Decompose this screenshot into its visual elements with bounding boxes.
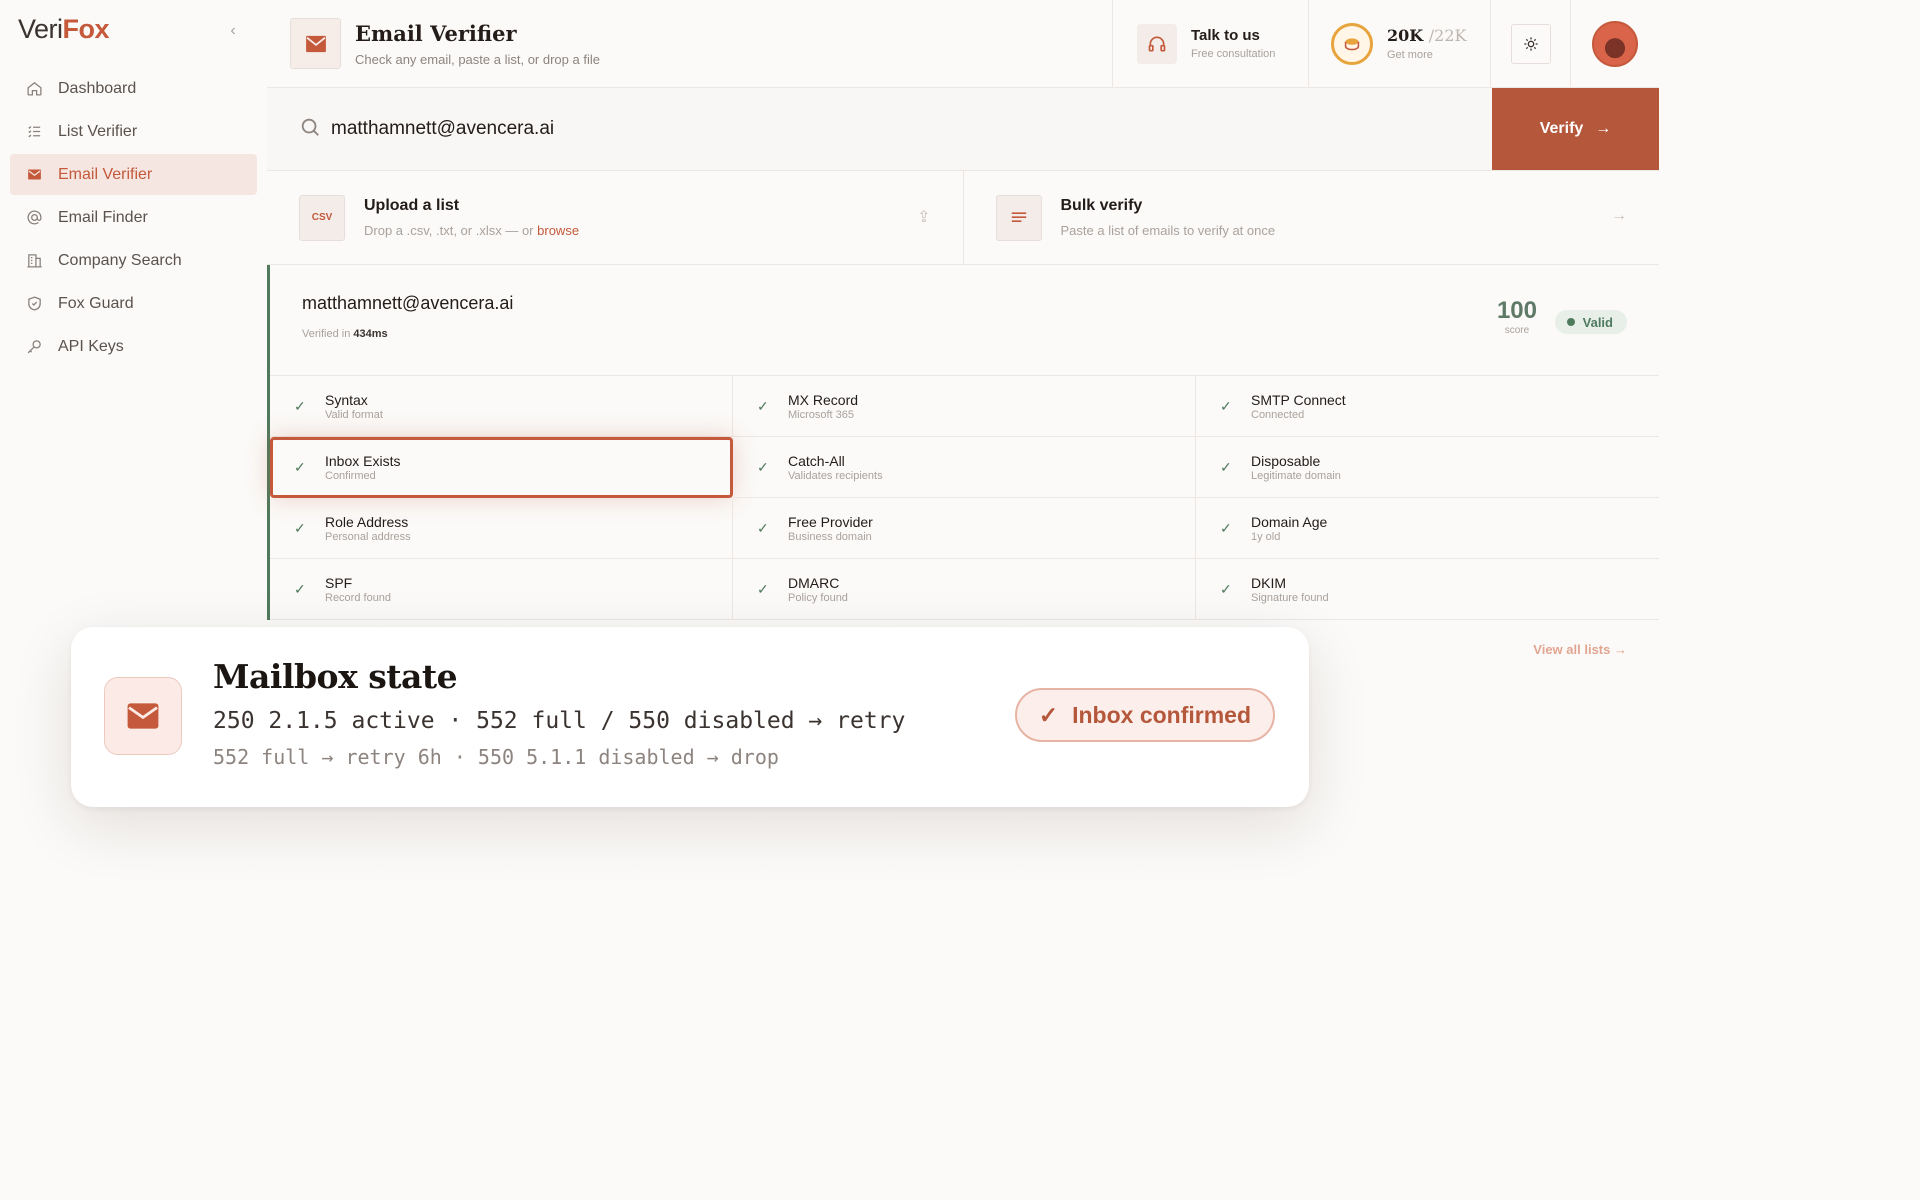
check-icon: ✓: [757, 519, 769, 536]
result-email: matthamnett@avencera.ai: [302, 293, 514, 313]
check-syntax: ✓ Syntax Valid format: [270, 376, 733, 437]
arrow-right-icon: →: [1614, 642, 1627, 657]
check-mx-record: ✓ MX Record Microsoft 365: [733, 376, 1196, 437]
check-disposable: ✓ Disposable Legitimate domain: [1196, 437, 1659, 498]
email-search-bar: Verify →: [267, 88, 1659, 171]
sidebar-item-email-verifier[interactable]: Email Verifier: [10, 154, 257, 195]
check-icon: ✓: [1220, 458, 1232, 475]
check-icon: ✓: [294, 580, 306, 597]
home-icon: [24, 79, 44, 99]
main-content: Email Verifier Check any email, paste a …: [267, 0, 1659, 680]
theme-toggle-sun-icon[interactable]: [1510, 23, 1551, 64]
verify-button[interactable]: Verify →: [1492, 88, 1659, 170]
page-header: Email Verifier Check any email, paste a …: [267, 0, 1659, 88]
avatar[interactable]: [1592, 20, 1638, 67]
callout-line-1: 250 2.1.5 active · 552 full / 550 disabl…: [213, 708, 906, 734]
arrow-right-icon: →: [1595, 120, 1612, 137]
page-title: Email Verifier: [355, 20, 517, 46]
mail-icon: [24, 165, 44, 185]
at-icon: [24, 208, 44, 228]
check-icon: ✓: [1220, 580, 1232, 597]
search-icon: [299, 116, 321, 143]
status-dot-icon: [1566, 318, 1575, 326]
list-icon: [24, 122, 44, 142]
verified-time: Verified in 434ms: [302, 328, 388, 340]
arrow-right-icon[interactable]: →: [1611, 207, 1627, 225]
browse-link[interactable]: browse: [537, 223, 579, 238]
coins-icon: [1331, 22, 1373, 65]
sidebar-item-dashboard[interactable]: Dashboard: [10, 68, 257, 109]
check-icon: ✓: [294, 519, 306, 536]
check-dmarc: ✓ DMARC Policy found: [733, 559, 1196, 620]
mail-icon: [290, 18, 341, 69]
collapse-sidebar-chevron-icon[interactable]: ‹: [224, 22, 242, 40]
status-badge: Valid: [1554, 310, 1627, 334]
credits-button[interactable]: 20K /22K Get more: [1308, 0, 1490, 87]
talk-to-us-button[interactable]: Talk to us Free consultation: [1112, 0, 1308, 87]
sidebar-item-company-search[interactable]: Company Search: [10, 240, 257, 281]
check-dkim: ✓ DKIM Signature found: [1196, 559, 1659, 620]
building-icon: [24, 251, 44, 271]
mailbox-state-callout: Mailbox state 250 2.1.5 active · 552 ful…: [71, 627, 1309, 807]
sidebar: VeriFox ‹ Dashboard List Verifier Email …: [0, 0, 267, 1200]
check-role-address: ✓ Role Address Personal address: [270, 498, 733, 559]
callout-line-2: 552 full → retry 6h · 550 5.1.1 disabled…: [213, 745, 779, 769]
sidebar-item-list-verifier[interactable]: List Verifier: [10, 111, 257, 152]
check-spf: ✓ SPF Record found: [270, 559, 733, 620]
check-icon: ✓: [294, 458, 306, 475]
check-icon: ✓: [1220, 519, 1232, 536]
inbox-confirmed-badge: ✓ Inbox confirmed: [1014, 688, 1275, 742]
check-icon: ✓: [294, 397, 306, 414]
check-icon: ✓: [757, 397, 769, 414]
checks-grid: ✓ Syntax Valid format ✓ MX Record Microsoft …: [270, 376, 1659, 620]
check-icon: ✓: [757, 580, 769, 597]
mail-icon: [104, 677, 182, 755]
logo[interactable]: VeriFox: [18, 14, 110, 45]
sidebar-item-fox-guard[interactable]: Fox Guard: [10, 283, 257, 324]
headset-icon: [1137, 23, 1177, 64]
check-free-provider: ✓ Free Provider Business domain: [733, 498, 1196, 559]
check-domain-age: ✓ Domain Age 1y old: [1196, 498, 1659, 559]
score: 100 score: [1496, 297, 1537, 336]
check-icon: ✓: [757, 458, 769, 475]
check-icon: ✓: [1220, 397, 1232, 414]
check-catch-all: ✓ Catch-All Validates recipients: [733, 437, 1196, 498]
email-input[interactable]: [331, 118, 1131, 140]
text-lines-icon: [995, 194, 1042, 241]
sidebar-nav: Dashboard List Verifier Email Verifier E…: [10, 68, 257, 369]
sidebar-item-email-finder[interactable]: Email Finder: [10, 197, 257, 238]
check-smtp-connect: ✓ SMTP Connect Connected: [1196, 376, 1659, 437]
bulk-verify-card[interactable]: Bulk verify Paste a list of emails to ve…: [962, 171, 1660, 264]
sidebar-item-api-keys[interactable]: API Keys: [10, 326, 257, 367]
verification-result: matthamnett@avencera.ai Verified in 434m…: [267, 265, 1659, 620]
csv-file-icon: CSV: [299, 194, 345, 241]
shield-icon: [24, 294, 44, 314]
upload-icon[interactable]: ⇪: [917, 207, 930, 227]
check-icon: ✓: [1038, 701, 1059, 728]
callout-title: Mailbox state: [213, 657, 458, 696]
check-inbox-exists[interactable]: ✓ Inbox Exists Confirmed: [270, 437, 733, 498]
view-all-lists-link[interactable]: View all lists →: [1533, 642, 1627, 657]
upload-list-card[interactable]: CSV Upload a list Drop a .csv, .txt, or …: [267, 171, 963, 264]
page-subtitle: Check any email, paste a list, or drop a…: [355, 51, 600, 67]
key-icon: [24, 337, 44, 357]
